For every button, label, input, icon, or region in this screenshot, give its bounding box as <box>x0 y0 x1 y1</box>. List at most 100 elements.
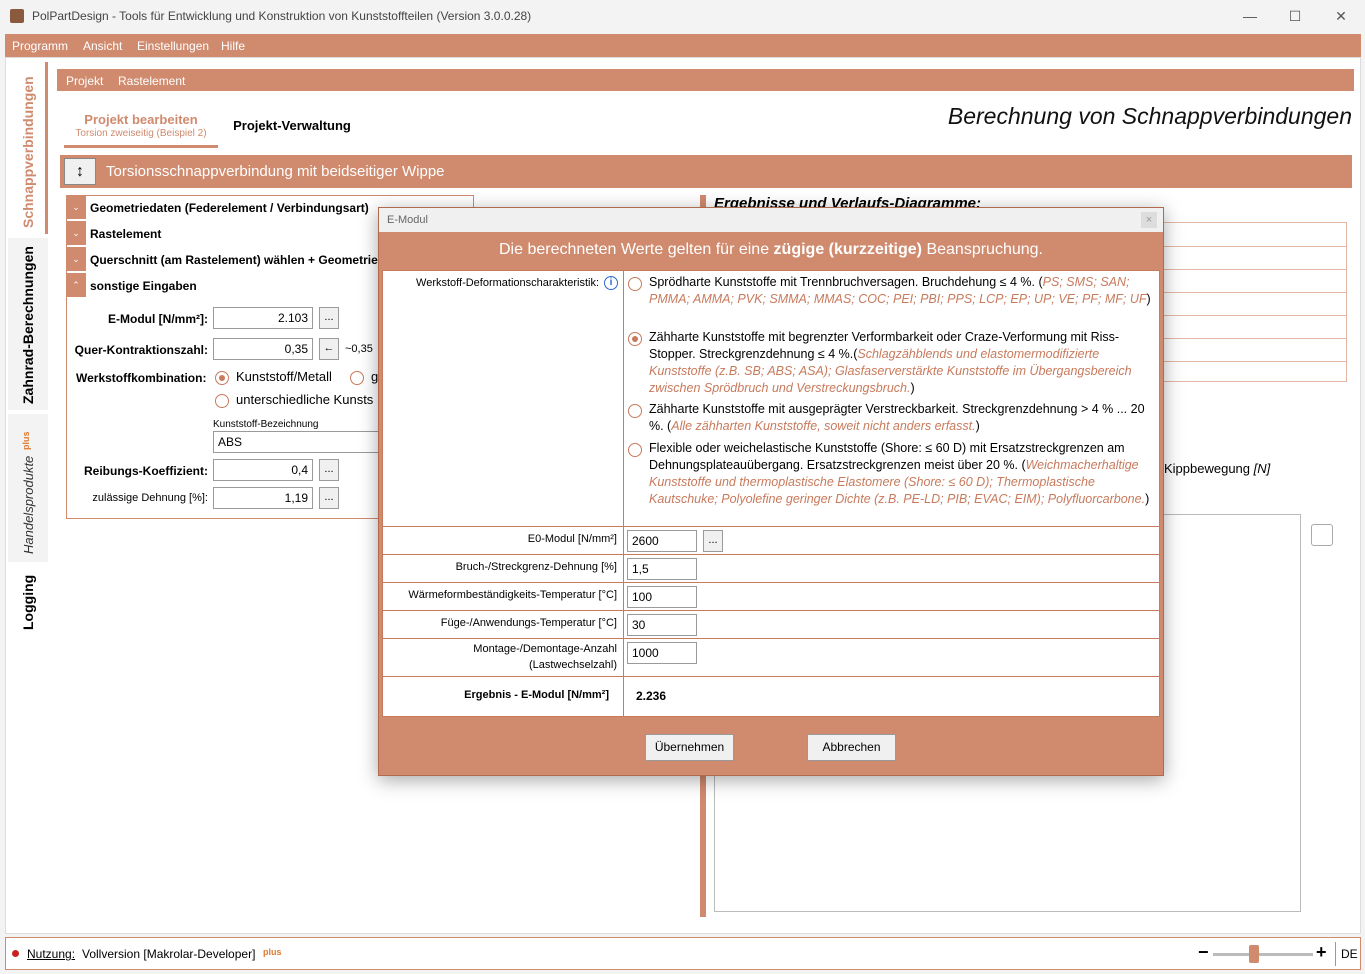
montage-input[interactable]: 1000 <box>627 642 697 664</box>
dehnung-label: zulässige Dehnung [%]: <box>92 492 208 504</box>
radio-option-1[interactable] <box>628 277 642 291</box>
chevron-down-icon: ⌄ <box>66 247 86 271</box>
zoom-out-icon[interactable]: − <box>1198 942 1209 963</box>
tab-schnappverbindungen[interactable]: Schnappverbindungen <box>8 62 48 234</box>
fuege-input[interactable]: 30 <box>627 614 697 636</box>
language-selector[interactable]: DE <box>1341 947 1358 961</box>
section-label: sonstige Eingaben <box>90 279 197 293</box>
reibung-input[interactable]: 0,4 <box>213 459 313 481</box>
close-button[interactable]: ✕ <box>1331 6 1351 26</box>
dialog-close-icon[interactable]: × <box>1141 212 1157 228</box>
dialog-table: Werkstoff-Deformationscharakteristik: i … <box>382 270 1160 717</box>
section-label: Geometriedaten (Federelement / Verbindun… <box>90 201 369 215</box>
radio-label: unterschiedliche Kunsts <box>236 392 374 407</box>
radio-option-3[interactable] <box>628 404 642 418</box>
usage-value: Vollversion [Makrolar-Developer] <box>82 947 256 961</box>
usage-label[interactable]: Nutzung: <box>27 947 75 961</box>
tab-label: Logging <box>20 574 36 630</box>
e0-input[interactable]: 2600 <box>627 530 697 552</box>
tab-label: Handelsprodukte <box>21 455 36 554</box>
banner-bold: zügige (kurzzeitige) <box>773 241 922 258</box>
info-icon[interactable]: i <box>604 276 618 290</box>
bezeichnung-label: Kunststoff-Bezeichnung <box>213 419 319 430</box>
emodul-label: E-Modul [N/mm²]: <box>108 312 208 326</box>
zoom-slider[interactable] <box>1213 945 1313 963</box>
chevron-down-icon: ⌄ <box>66 195 86 219</box>
menu-programm[interactable]: Programm <box>12 39 68 53</box>
radio-option-2[interactable] <box>628 332 642 346</box>
tab-label: Zahnrad-Berechnungen <box>20 246 36 404</box>
expand-toggle-icon[interactable]: ↕ <box>64 158 96 185</box>
waerme-input[interactable]: 100 <box>627 586 697 608</box>
char-label: Werkstoff-Deformationscharakteristik: <box>416 277 599 289</box>
bruch-input[interactable]: 1,5 <box>627 558 697 580</box>
radio-kunststoff-metall[interactable] <box>215 371 229 385</box>
dialog-banner: Die berechneten Werte gelten für eine zü… <box>379 241 1163 259</box>
querk-approx: ~0,35 <box>345 343 373 355</box>
maximize-button[interactable]: ☐ <box>1285 6 1305 26</box>
submenu-rastelement[interactable]: Rastelement <box>118 74 185 88</box>
querk-label: Quer-Kontraktionszahl: <box>74 343 208 357</box>
tab-sublabel: Torsion zweiseitig (Beispiel 2) <box>75 128 207 139</box>
status-dot-icon <box>12 950 19 957</box>
tab-projekt-verwaltung[interactable]: Projekt-Verwaltung <box>222 104 362 148</box>
divider <box>1335 942 1336 966</box>
tab-projekt-bearbeiten[interactable]: Projekt bearbeiten Torsion zweiseitig (B… <box>64 104 218 148</box>
bezeichnung-input[interactable]: ABS <box>213 431 383 453</box>
checkbox[interactable] <box>1311 524 1333 546</box>
dehnung-dots-button[interactable]: ... <box>319 487 339 509</box>
menu-ansicht[interactable]: Ansicht <box>83 39 122 53</box>
option-2-text: Zähharte Kunststoffe mit begrenzter Verf… <box>649 330 1132 395</box>
arrow-left-icon[interactable]: ← <box>319 338 339 360</box>
status-bar: Nutzung: Vollversion [Makrolar-Developer… <box>5 937 1361 970</box>
tab-label: Projekt-Verwaltung <box>233 118 351 133</box>
plus-badge: plus <box>21 431 31 450</box>
radio-unterschiedliche[interactable] <box>215 394 229 408</box>
option-1-text: Sprödharte Kunststoffe mit Trennbruchver… <box>649 275 1151 306</box>
emodul-input[interactable]: 2.103 <box>213 307 313 329</box>
fuege-label: Füge-/Anwendungs-Temperatur [°C] <box>440 617 617 629</box>
result-label: Ergebnis - E-Modul [N/mm²] <box>464 689 609 701</box>
tab-zahnrad[interactable]: Zahnrad-Berechnungen <box>8 238 48 410</box>
chevron-up-icon: ⌃ <box>66 273 86 297</box>
menu-bar: Programm Ansicht Einstellungen Hilfe <box>5 34 1361 57</box>
querk-input[interactable]: 0,35 <box>213 338 313 360</box>
werkstoff-label: Werkstoffkombination: <box>76 371 207 385</box>
e0-label: E0-Modul [N/mm²] <box>527 533 617 545</box>
montage-label-2: (Lastwechselzahl) <box>528 659 617 671</box>
kipp-text: Kippbewegung <box>1164 461 1251 476</box>
menu-hilfe[interactable]: Hilfe <box>221 39 245 53</box>
e0-dots-button[interactable]: ... <box>703 530 723 552</box>
section-label: Querschnitt (am Rastelement) wählen + Ge… <box>90 253 378 267</box>
tab-label: Projekt bearbeiten <box>84 112 198 127</box>
dehnung-input[interactable]: 1,19 <box>213 487 313 509</box>
montage-label: Montage-/Demontage-Anzahl <box>473 643 617 655</box>
option-3-text: Zähharte Kunststoffe mit ausgeprägter Ve… <box>649 402 1145 433</box>
reibung-dots-button[interactable]: ... <box>319 459 339 481</box>
menu-einstellungen[interactable]: Einstellungen <box>137 39 209 53</box>
radio-option-4[interactable] <box>628 443 642 457</box>
tab-logging[interactable]: Logging <box>8 566 48 638</box>
kipp-label: Kippbewegung [N] <box>1164 461 1270 476</box>
app-icon <box>10 9 24 23</box>
sub-menu-bar: Projekt Rastelement <box>57 69 1354 91</box>
tab-label: Schnappverbindungen <box>20 76 36 228</box>
zoom-in-icon[interactable]: + <box>1316 942 1327 963</box>
plus-badge: plus <box>263 947 282 957</box>
abbrechen-button[interactable]: Abbrechen <box>807 734 896 761</box>
radio-option-2[interactable] <box>350 371 364 385</box>
page-title: Berechnung von Schnappverbindungen <box>947 103 1352 129</box>
radio-label: Kunststoff/Metall <box>236 369 332 384</box>
submenu-projekt[interactable]: Projekt <box>66 74 103 88</box>
minimize-button[interactable]: — <box>1240 6 1260 26</box>
banner-text: Beanspruchung. <box>922 241 1043 258</box>
waerme-label: Wärmeformbeständigkeits-Temperatur [°C] <box>408 589 617 601</box>
uebernehmen-button[interactable]: Übernehmen <box>645 734 734 761</box>
zoom-thumb[interactable] <box>1249 945 1259 963</box>
result-value: 2.236 <box>636 689 667 703</box>
dialog-titlebar: E-Modul × <box>379 208 1163 232</box>
bruch-label: Bruch-/Streckgrenz-Dehnung [%] <box>455 561 617 573</box>
title-bar: PolPartDesign - Tools für Entwicklung un… <box>0 0 1365 33</box>
emodul-dots-button[interactable]: ... <box>319 307 339 329</box>
tab-handelsprodukte[interactable]: Handelsprodukte plus <box>8 414 48 562</box>
